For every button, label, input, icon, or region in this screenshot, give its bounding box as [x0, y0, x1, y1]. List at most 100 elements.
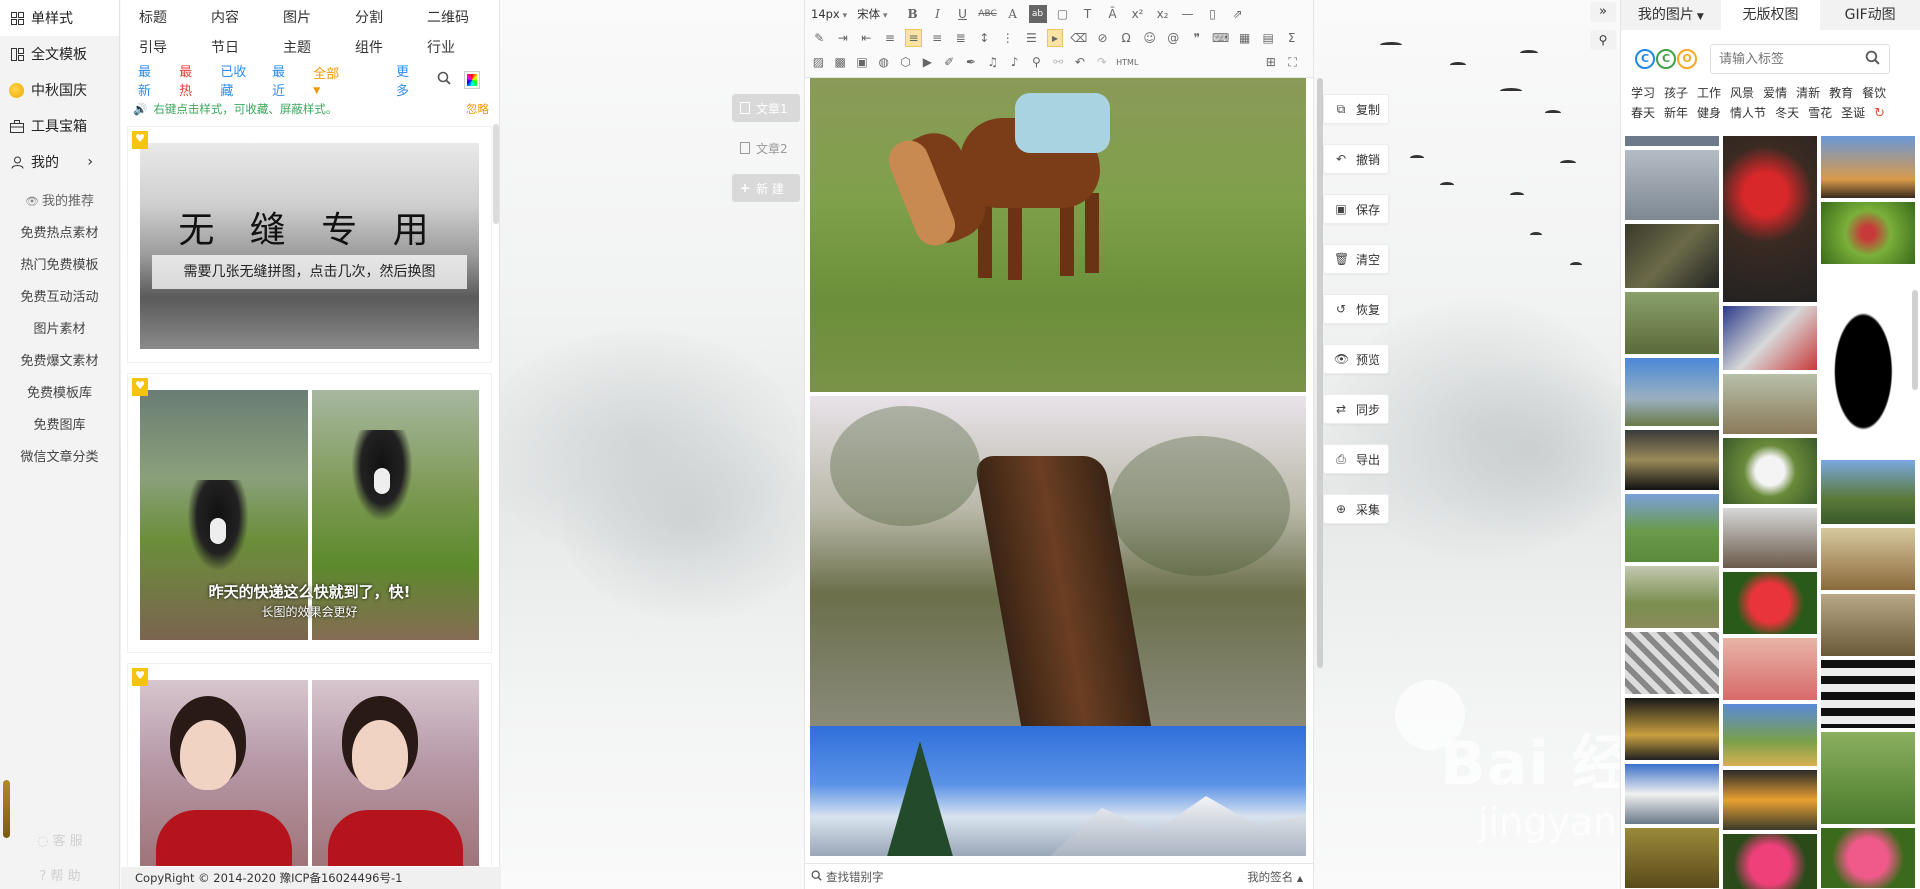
unordered-list-icon[interactable]: ☰	[1023, 29, 1040, 47]
heart-icon[interactable]: ♥	[132, 378, 148, 396]
nav-sub-hot-template[interactable]: 热门免费模板	[0, 250, 119, 282]
ordered-list-icon[interactable]: ⋮	[1000, 29, 1017, 47]
editor-content[interactable]	[810, 78, 1306, 858]
photo-horse[interactable]	[810, 78, 1306, 392]
sync-button[interactable]: ⇄ 同步	[1323, 394, 1389, 424]
thumbnail-image[interactable]	[1625, 150, 1719, 220]
thumbnail-image[interactable]	[1625, 292, 1719, 354]
thumbnail-image[interactable]	[1723, 638, 1817, 700]
subscript-icon[interactable]: x₂	[1154, 5, 1172, 23]
restore-button[interactable]: ↺ 恢复	[1323, 294, 1389, 324]
clear-button[interactable]: 🗑 清空	[1323, 244, 1389, 274]
thumbnail-image[interactable]	[1625, 430, 1719, 490]
thumbnail-image[interactable]	[1821, 136, 1915, 198]
thumbnail-image[interactable]	[1821, 202, 1915, 264]
thumbnail-image[interactable]	[1625, 632, 1719, 694]
tag-item[interactable]: 冬天	[1775, 106, 1799, 120]
tag-item[interactable]: 教育	[1829, 86, 1853, 100]
find-typo-link[interactable]: 查找错别字	[826, 869, 884, 885]
template-scrollbar[interactable]	[493, 124, 499, 224]
help-link[interactable]: ? 帮 助	[0, 865, 120, 884]
nav-sub-recommend[interactable]: 👁 我的推荐	[0, 186, 119, 218]
tag-item[interactable]: 孩子	[1664, 86, 1688, 100]
copy-button[interactable]: ⧉ 复制	[1323, 94, 1389, 124]
multi-image-icon[interactable]: ▩	[833, 53, 848, 71]
magic-wand-icon[interactable]: ⚲	[1590, 30, 1616, 50]
export-button[interactable]: ⎙ 导出	[1323, 444, 1389, 474]
tab-gif[interactable]: GIF动图	[1820, 0, 1920, 30]
tag-item[interactable]: 雪花	[1808, 106, 1832, 120]
image-icon[interactable]: ▨	[811, 53, 826, 71]
nav-sub-template-lib[interactable]: 免费模板库	[0, 378, 119, 410]
category-title[interactable]: 标题	[139, 7, 211, 27]
link-icon[interactable]: @	[1165, 29, 1182, 47]
thumbnail-image[interactable]	[1625, 358, 1719, 426]
thumbnail-image[interactable]	[1723, 508, 1817, 568]
code-icon[interactable]: ⌨	[1212, 29, 1229, 47]
color-picker-icon[interactable]	[464, 71, 480, 89]
thumbnail-image[interactable]	[1821, 528, 1915, 590]
highlight-icon[interactable]: ab	[1028, 5, 1047, 23]
collect-button[interactable]: ⊕ 采集	[1323, 494, 1389, 524]
hyperlink-icon[interactable]: ⚲	[1029, 53, 1044, 71]
shape-icon[interactable]: ◍	[876, 53, 891, 71]
thumbnail-image[interactable]	[1625, 828, 1719, 888]
category-divider[interactable]: 分割	[355, 7, 427, 27]
category-guide[interactable]: 引导	[139, 37, 211, 57]
bold-icon[interactable]: B	[904, 5, 922, 23]
template-card[interactable]: ♥ 昨天的快递这么快就到了，快! 长图的效果会更好	[127, 373, 492, 653]
photo-tree[interactable]	[810, 396, 1306, 726]
tab-copyright-free[interactable]: 无版权图	[1720, 0, 1821, 30]
tag-item[interactable]: 爱情	[1763, 86, 1787, 100]
tag-item[interactable]: 风景	[1730, 86, 1754, 100]
new-doc-button[interactable]: + 新 建	[732, 174, 800, 202]
thumbnail-image[interactable]	[1723, 374, 1817, 434]
photo-mountain[interactable]	[810, 726, 1306, 856]
more-tools-icon[interactable]: ⊞	[1263, 53, 1278, 71]
nav-sub-hot-material[interactable]: 免费热点素材	[0, 218, 119, 250]
category-theme[interactable]: 主题	[283, 37, 355, 57]
outdent-icon[interactable]: ⇤	[858, 29, 875, 47]
tab-my-images[interactable]: 我的图片 ▼	[1621, 0, 1721, 30]
search-icon[interactable]	[1865, 50, 1880, 69]
tag-item[interactable]: 新年	[1664, 106, 1688, 120]
nav-full-template[interactable]: 全文模板	[0, 36, 119, 72]
tag-item[interactable]: 清新	[1796, 86, 1820, 100]
redo-toolbar-icon[interactable]: ↷	[1094, 53, 1109, 71]
heart-icon[interactable]: ♥	[132, 131, 148, 149]
tag-item[interactable]: 圣诞	[1841, 106, 1865, 120]
nav-mine[interactable]: 我的 ›	[0, 144, 119, 180]
thumbnail-image[interactable]	[1625, 136, 1719, 146]
tag-item[interactable]: 春天	[1631, 106, 1655, 120]
emoji-icon[interactable]: ☺	[1141, 29, 1158, 47]
align-left-icon[interactable]: ≡	[882, 29, 899, 47]
undo-toolbar-icon[interactable]: ↶	[1073, 53, 1088, 71]
thumbnail-image[interactable]	[1723, 704, 1817, 766]
indent-icon[interactable]: ⇥	[835, 29, 852, 47]
thumbnail-image[interactable]	[1723, 438, 1817, 504]
border-text-icon[interactable]: ▢	[1054, 5, 1072, 23]
tag-item[interactable]: 工作	[1697, 86, 1721, 100]
refresh-icon[interactable]: ↻	[1874, 106, 1885, 121]
category-component[interactable]: 组件	[355, 37, 427, 57]
special-char-icon[interactable]: Ω	[1118, 29, 1135, 47]
italic-icon[interactable]: I	[929, 5, 947, 23]
signature-dropdown[interactable]: 我的签名 ▲	[1247, 869, 1303, 885]
thumbnail-image[interactable]	[1723, 136, 1817, 302]
category-content[interactable]: 内容	[211, 7, 283, 27]
font-color-icon[interactable]: A	[1004, 5, 1022, 23]
brush-icon[interactable]: ✐	[942, 53, 957, 71]
category-festival[interactable]: 节日	[211, 37, 283, 57]
doc-tab-1[interactable]: 文章1	[732, 94, 800, 122]
underline-icon[interactable]: U	[954, 5, 972, 23]
thumbnail-image[interactable]	[1625, 224, 1719, 288]
save-button[interactable]: ▣ 保存	[1323, 194, 1389, 224]
search-icon[interactable]	[437, 71, 451, 89]
nav-sub-activity[interactable]: 免费互动活动	[0, 282, 119, 314]
thumbnail-image[interactable]	[1821, 828, 1915, 888]
align-center-icon[interactable]: ≡	[905, 29, 922, 47]
thumbnail-image[interactable]	[1821, 460, 1915, 524]
unlink-icon[interactable]: ⚯	[1051, 53, 1066, 71]
thumbnail-image[interactable]	[1625, 566, 1719, 628]
superscript-icon[interactable]: x²	[1129, 5, 1147, 23]
